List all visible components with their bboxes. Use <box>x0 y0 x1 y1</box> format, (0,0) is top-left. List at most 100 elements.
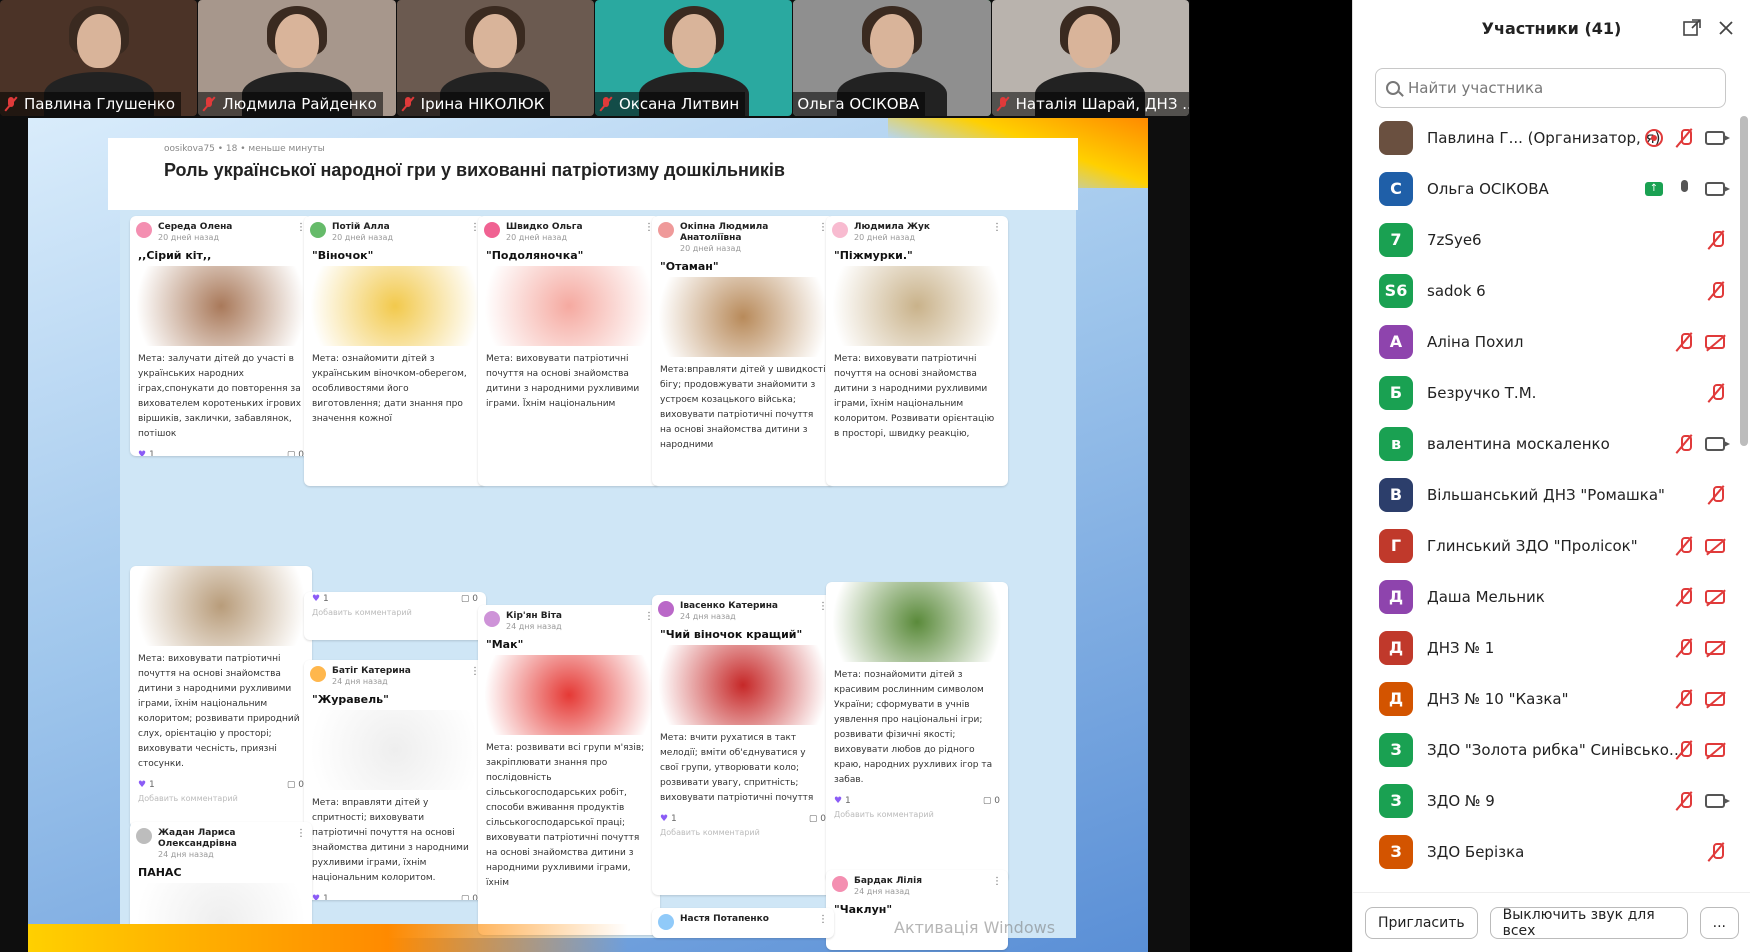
camera-off-icon[interactable] <box>1705 743 1725 757</box>
camera-icon[interactable] <box>1705 794 1730 808</box>
camera-off-icon[interactable] <box>1705 692 1725 706</box>
invite-button[interactable]: Пригласить <box>1365 906 1478 939</box>
padlet-post[interactable]: Потій Алла 20 дней назад ⋮ "Віночок" Мета: о… <box>304 216 486 486</box>
mic-muted-icon[interactable] <box>1675 791 1693 811</box>
post-menu-icon[interactable]: ⋮ <box>992 222 1002 233</box>
recording-icon[interactable] <box>1645 129 1663 147</box>
participant-row[interactable]: S6 sadok 6 <box>1353 265 1750 316</box>
camera-off-icon[interactable] <box>1705 641 1725 655</box>
padlet-post[interactable]: Батіг Катерина 24 дня назад ⋮ "Журавель" Мет… <box>304 660 486 900</box>
participant-scrollbar[interactable] <box>1740 112 1748 892</box>
padlet-post[interactable]: Мета: познайомити дітей з красивим росли… <box>826 582 1008 882</box>
mic-muted-icon[interactable] <box>1707 383 1725 403</box>
participant-row[interactable]: Д ДНЗ № 1 <box>1353 622 1750 673</box>
mic-muted-icon[interactable] <box>1707 230 1725 250</box>
mic-muted-icon[interactable] <box>1675 689 1693 709</box>
post-menu-icon[interactable]: ⋮ <box>818 914 828 925</box>
like-count[interactable]: ♥ 1 <box>312 894 329 900</box>
mic-muted-icon[interactable] <box>1675 434 1693 454</box>
camera-icon[interactable] <box>1705 182 1730 196</box>
padlet-post[interactable]: Середа Олена 20 дней назад ⋮ ,,Сірий кіт,, М… <box>130 216 312 456</box>
participant-row[interactable]: Б Безручко Т.М. <box>1353 367 1750 418</box>
padlet-post[interactable]: Кір'ян Віта 24 дня назад ⋮ "Мак" Мета: розви… <box>478 605 660 935</box>
post-image[interactable] <box>136 566 306 646</box>
comment-count[interactable]: ▢ 0 <box>461 894 478 900</box>
participant-row[interactable]: В Вільшанський ДНЗ "Ромашка" <box>1353 469 1750 520</box>
mic-muted-icon[interactable] <box>1675 740 1693 760</box>
video-tile[interactable]: Наталія Шарай, ДНЗ ... <box>991 0 1189 116</box>
participant-row[interactable]: 7 7zSye6 <box>1353 214 1750 265</box>
add-comment-field[interactable]: Добавить комментарий <box>304 606 486 623</box>
add-comment-field[interactable]: Добавить комментарий <box>130 792 312 809</box>
more-options-button[interactable]: ... <box>1699 906 1739 939</box>
post-image[interactable] <box>658 645 828 725</box>
like-count[interactable]: ♥ 1 <box>138 780 155 790</box>
participant-row[interactable]: Д Даша Мельник <box>1353 571 1750 622</box>
video-tile[interactable]: Павлина Глушенко <box>0 0 198 116</box>
participant-row[interactable]: Павлина Г... (Организатор, я) <box>1353 112 1750 163</box>
padlet-post[interactable]: Людмила Жук 20 дней назад ⋮ "Піжмурки." Мета… <box>826 216 1008 486</box>
post-image[interactable] <box>310 710 480 790</box>
padlet-post[interactable]: ♥ 1 ▢ 0 Добавить комментарий <box>304 592 486 640</box>
participant-row[interactable]: Г Глинський ЗДО "Пролісок" <box>1353 520 1750 571</box>
video-tile[interactable]: Оксана Литвин <box>594 0 793 116</box>
participant-row[interactable]: З ЗДО "Золота рибка" Синівської... <box>1353 724 1750 775</box>
scroll-thumb[interactable] <box>1740 116 1748 446</box>
like-count[interactable]: ♥ 1 <box>312 594 329 604</box>
post-image[interactable] <box>832 582 1002 662</box>
padlet-post[interactable]: Окіпна Людмила Анатоліївна 20 дней назад ⋮… <box>652 216 834 486</box>
mic-muted-icon[interactable] <box>1675 587 1693 607</box>
mute-all-button[interactable]: Выключить звук для всех <box>1489 906 1688 939</box>
mic-muted-icon[interactable] <box>1675 638 1693 658</box>
mic-muted-icon[interactable] <box>1675 128 1693 148</box>
post-image[interactable] <box>658 277 828 357</box>
like-count[interactable]: ♥ 1 <box>138 450 155 456</box>
mic-muted-icon[interactable] <box>1675 332 1693 352</box>
post-image[interactable] <box>484 655 654 735</box>
mic-icon[interactable] <box>1675 179 1693 199</box>
add-comment-field[interactable]: Добавить комментарий <box>826 808 1008 825</box>
post-menu-icon[interactable]: ⋮ <box>296 828 306 839</box>
camera-off-icon[interactable] <box>1705 590 1725 604</box>
participant-row[interactable]: А Аліна Похил <box>1353 316 1750 367</box>
like-count[interactable]: ♥ 1 <box>834 796 851 806</box>
participant-row[interactable]: С Ольга ОСІКОВА ↑ <box>1353 163 1750 214</box>
mic-muted-icon[interactable] <box>1675 536 1693 556</box>
comment-count[interactable]: ▢ 0 <box>983 796 1000 806</box>
comment-count[interactable]: ▢ 0 <box>287 450 304 456</box>
padlet-post[interactable]: Настя Потапенко ⋮ <box>652 908 834 938</box>
camera-icon[interactable] <box>1705 131 1730 145</box>
mic-muted-icon[interactable] <box>1707 842 1725 862</box>
participant-row[interactable]: З ЗДО Берізка <box>1353 826 1750 877</box>
mic-muted-icon[interactable] <box>1707 281 1725 301</box>
padlet-post[interactable]: Мета: виховувати патріотичні почуття на … <box>130 566 312 828</box>
screen-share-icon[interactable]: ↑ <box>1645 182 1663 196</box>
participant-row[interactable]: в валентина москаленко <box>1353 418 1750 469</box>
mic-muted-icon[interactable] <box>1707 485 1725 505</box>
camera-off-icon[interactable] <box>1705 539 1725 553</box>
camera-icon[interactable] <box>1705 437 1730 451</box>
participant-search-input[interactable]: Найти участника <box>1375 68 1726 108</box>
comment-count[interactable]: ▢ 0 <box>809 814 826 824</box>
like-count[interactable]: ♥ 1 <box>660 814 677 824</box>
post-image[interactable] <box>832 266 1002 346</box>
padlet-post[interactable]: Івасенко Катерина 24 дня назад ⋮ "Чий віноч… <box>652 595 834 895</box>
post-image[interactable] <box>310 266 480 346</box>
padlet-post[interactable]: Жадан Лариса Олександрівна 24 дня назад ⋮ П… <box>130 822 312 932</box>
add-comment-field[interactable]: Добавить комментарий <box>652 826 834 843</box>
participant-row[interactable]: З ЗДО № 9 <box>1353 775 1750 826</box>
participant-row[interactable]: Д ДНЗ № 10 "Казка" <box>1353 673 1750 724</box>
popout-icon[interactable] <box>1682 18 1702 38</box>
close-icon[interactable] <box>1716 18 1736 38</box>
post-image[interactable] <box>484 266 654 346</box>
video-tile[interactable]: Людмила Райденко <box>198 0 396 116</box>
video-tile[interactable]: Ольга ОСІКОВА <box>793 0 991 116</box>
post-menu-icon[interactable]: ⋮ <box>992 876 1002 887</box>
comment-count[interactable]: ▢ 0 <box>287 780 304 790</box>
padlet-post[interactable]: Бардак Лілія 24 дня назад ⋮ "Чаклун" <box>826 870 1008 950</box>
post-image[interactable] <box>136 266 306 346</box>
padlet-post[interactable]: Швидко Ольга 20 дней назад ⋮ "Подоляночка" М… <box>478 216 660 486</box>
camera-off-icon[interactable] <box>1705 335 1725 349</box>
video-tile[interactable]: Ірина НІКОЛЮК <box>396 0 594 116</box>
comment-count[interactable]: ▢ 0 <box>461 594 478 604</box>
